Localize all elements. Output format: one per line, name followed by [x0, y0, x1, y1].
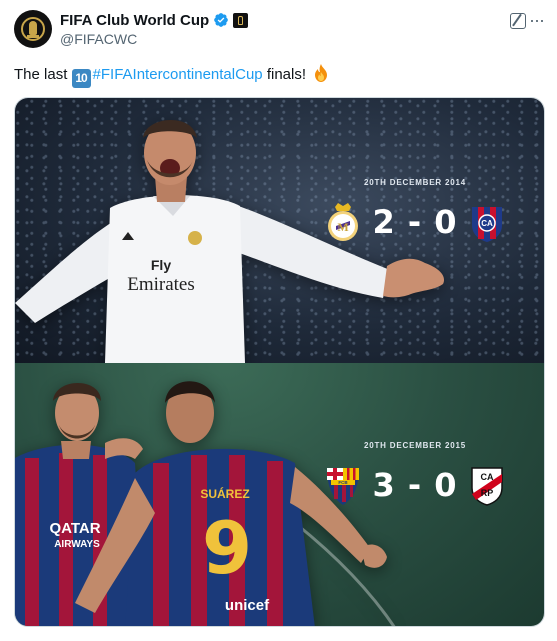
match-2015-score-row: FCB 3 - 0 CA RP: [320, 464, 510, 506]
svg-text:FCB: FCB: [339, 480, 349, 485]
match-2014-date: 20TH DECEMBER 2014: [364, 178, 466, 187]
svg-text:RP: RP: [480, 488, 493, 498]
more-options-icon[interactable]: ···: [529, 11, 545, 29]
svg-text:CA: CA: [480, 472, 493, 482]
tweet-header: FIFA Club World Cup @FIFACWC ···: [14, 9, 545, 51]
left-shirt-sponsor-line2: AIRWAYS: [54, 539, 100, 550]
match-2014-score-row: M 2 - 0 CA: [320, 201, 510, 243]
san-lorenzo-crest-icon: CA: [471, 207, 502, 242]
grok-icon[interactable]: [510, 13, 526, 29]
left-shirt-sponsor-line1: QATAR: [49, 520, 100, 537]
author-handle[interactable]: @FIFACWC: [60, 31, 137, 47]
author-avatar[interactable]: [14, 10, 52, 48]
river-plate-crest-icon: CA RP: [470, 467, 503, 506]
tweet-text: The last 10 #FIFAIntercontinentalCup fina…: [14, 64, 329, 88]
shirt-sponsor: unicef: [225, 597, 270, 614]
shirt-name: SUÁREZ: [200, 486, 249, 501]
real-madrid-crest-icon: M: [328, 203, 359, 241]
shirt-sponsor-line2: Emirates: [127, 274, 195, 295]
fifa-affiliate-badge-icon[interactable]: [233, 12, 249, 28]
tweet-text-prefix: The last: [14, 66, 68, 83]
match-2015-date: 20TH DECEMBER 2015: [364, 441, 466, 450]
match-2014-score: 2 - 0: [372, 203, 458, 241]
hashtag-link[interactable]: #FIFAIntercontinentalCup: [93, 66, 263, 83]
tweet-media-image[interactable]: Fly Emirates 20TH DECEMBER 2014 M 2 - 0: [14, 97, 545, 627]
match-2015-result: 20TH DECEMBER 2015 FCB 3 - 0 CA RP: [320, 441, 510, 506]
svg-text:M: M: [338, 220, 349, 234]
svg-text:CA: CA: [481, 219, 493, 228]
tweet-text-suffix: finals!: [266, 66, 306, 83]
match-2015-panel: QATAR AIRWAYS SUÁREZ 9 unicef 20TH DECEM…: [15, 363, 544, 626]
keycap-ten-emoji: 10: [71, 69, 91, 88]
fire-emoji: [315, 64, 328, 82]
author-name-row: FIFA Club World Cup: [60, 11, 249, 29]
shirt-sponsor-line1: Fly: [151, 257, 171, 273]
match-2015-score: 3 - 0: [372, 466, 458, 504]
fc-barcelona-crest-icon: FCB: [327, 468, 360, 505]
shirt-number: 9: [202, 506, 252, 590]
author-display-name[interactable]: FIFA Club World Cup: [60, 12, 209, 29]
verified-badge-icon: [214, 13, 228, 27]
match-2014-panel: Fly Emirates 20TH DECEMBER 2014 M 2 - 0: [15, 98, 544, 363]
match-2014-result: 20TH DECEMBER 2014 M 2 - 0 CA: [320, 178, 510, 243]
